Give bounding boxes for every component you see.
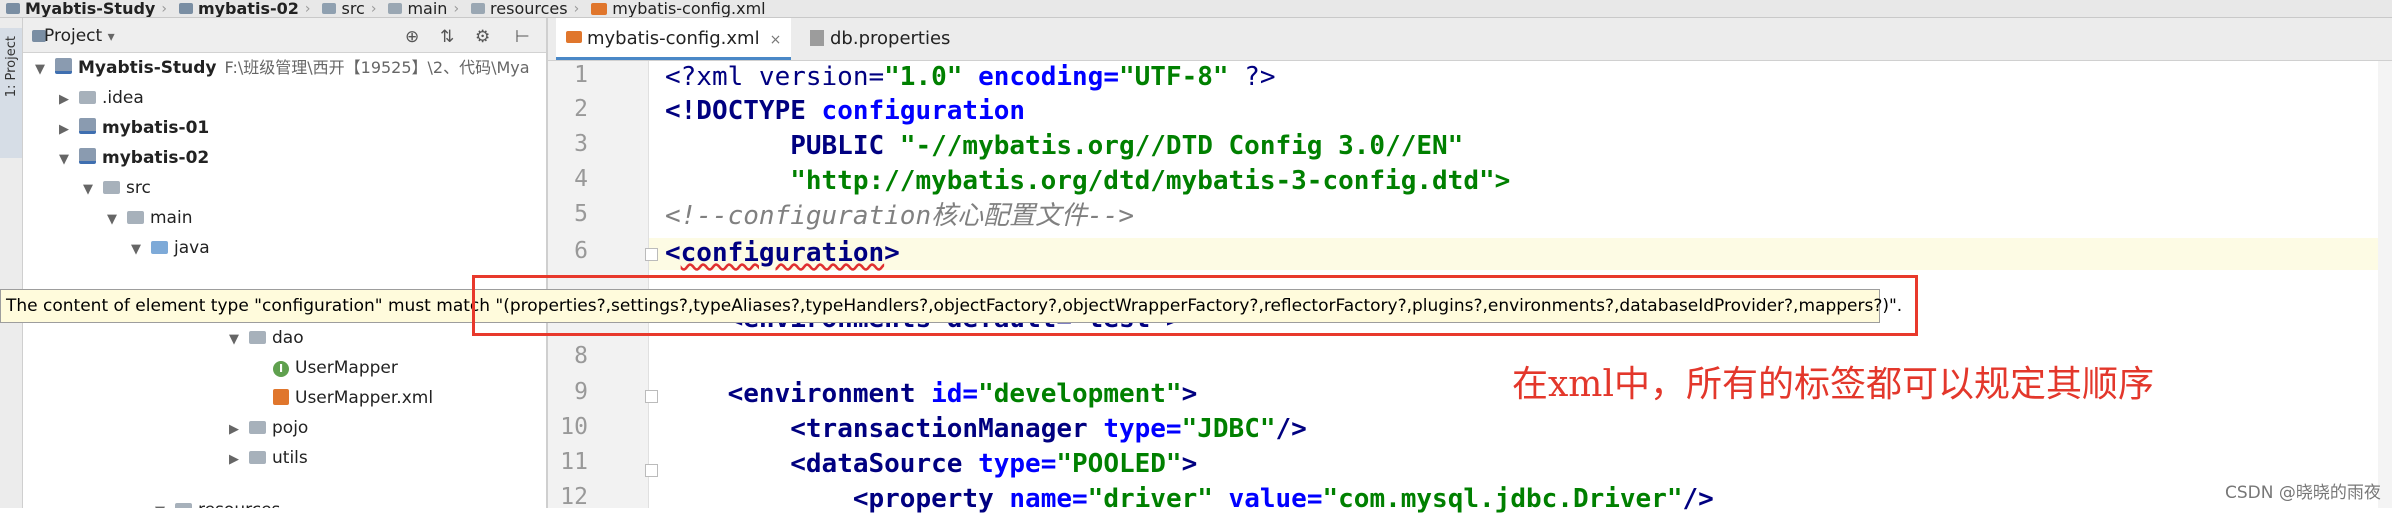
- chevron-right-icon: ›: [573, 0, 580, 17]
- split-icon[interactable]: ⇅: [440, 27, 454, 47]
- line-number: 3: [574, 131, 588, 157]
- code-line-10[interactable]: <transactionManager type="JDBC"/>: [665, 414, 1307, 444]
- tree-item-resources[interactable]: ▼resources: [151, 495, 280, 508]
- tree-item-main[interactable]: ▼ main: [103, 203, 192, 233]
- tree-item-myabtis-study[interactable]: ▼ Myabtis-Study F:\班级管理\西开【19525】\2、代码\Mya: [31, 53, 530, 83]
- highlight-box: [472, 275, 1918, 336]
- tree-item-mybatis-01[interactable]: ▶ mybatis-01: [55, 113, 209, 143]
- tree-item-idea[interactable]: ▶ .idea: [55, 83, 144, 113]
- chevron-right-icon: ›: [304, 0, 311, 17]
- line-number: 10: [560, 414, 588, 440]
- tab-db-properties[interactable]: db.properties: [800, 18, 960, 60]
- chevron-right-icon[interactable]: ▶: [225, 415, 243, 445]
- module-icon: [79, 148, 96, 164]
- breadcrumb-item-main[interactable]: main ›: [388, 0, 465, 17]
- line-number: 1: [574, 62, 588, 88]
- tree-item-usermapper-xml[interactable]: UserMapper.xml: [273, 383, 433, 413]
- breadcrumb-item-src[interactable]: src ›: [322, 0, 382, 17]
- tree-item-src[interactable]: ▼ src: [79, 173, 151, 203]
- code-line-3[interactable]: PUBLIC "-//mybatis.org//DTD Config 3.0//…: [665, 131, 1463, 161]
- breadcrumb-item-file[interactable]: mybatis-config.xml: [591, 0, 766, 17]
- line-number: 11: [560, 449, 588, 475]
- chevron-down-icon[interactable]: ▼: [31, 55, 49, 85]
- chevron-down-icon[interactable]: ▼: [151, 497, 169, 508]
- properties-file-icon: [810, 30, 824, 46]
- chevron-down-icon[interactable]: ▼: [103, 205, 121, 235]
- line-number: 6: [574, 238, 588, 264]
- close-icon[interactable]: ×: [770, 32, 782, 48]
- tree-item-usermapper[interactable]: I UserMapper: [273, 353, 398, 383]
- breadcrumb: Myabtis-Study › mybatis-02 › src › main › re…: [0, 0, 2392, 18]
- chevron-right-icon: ›: [453, 0, 460, 17]
- code-line-12[interactable]: <property name="driver" value="com.mysql…: [665, 484, 1714, 514]
- chevron-down-icon[interactable]: ▼: [79, 175, 97, 205]
- package-icon: [249, 451, 266, 464]
- xml-file-icon: [591, 2, 608, 15]
- source-folder-icon: [151, 241, 168, 254]
- chevron-right-icon[interactable]: ▶: [55, 85, 73, 115]
- module-icon: [79, 118, 96, 134]
- folder-icon: [471, 3, 486, 14]
- tree-item-dao[interactable]: ▼ dao: [225, 323, 304, 353]
- folder-icon: [178, 3, 193, 14]
- code-line-1[interactable]: <?xml version="1.0" encoding="UTF-8" ?>: [665, 62, 1276, 92]
- line-number: 2: [574, 96, 588, 122]
- line-number: 9: [574, 379, 588, 405]
- folder-icon: [103, 181, 120, 194]
- xml-file-icon: [273, 389, 289, 405]
- line-number: 8: [574, 343, 588, 369]
- breadcrumb-item-project[interactable]: Myabtis-Study ›: [6, 0, 173, 17]
- interface-icon: I: [273, 361, 289, 377]
- folder-icon: [322, 3, 337, 14]
- code-line-2[interactable]: <!DOCTYPE configuration: [665, 96, 1025, 126]
- chevron-right-icon[interactable]: ▶: [225, 445, 243, 475]
- tree-item-utils[interactable]: ▶ utils: [225, 443, 308, 473]
- chevron-down-icon[interactable]: ▼: [55, 145, 73, 175]
- chevron-down-icon[interactable]: ▼: [127, 235, 145, 265]
- line-number: 12: [560, 484, 588, 510]
- fold-marker[interactable]: [645, 464, 658, 477]
- code-line-6[interactable]: <configuration>: [665, 238, 900, 268]
- current-line-highlight: [649, 238, 2392, 270]
- chevron-right-icon: ›: [161, 0, 167, 17]
- editor-scrollbar[interactable]: [2378, 61, 2392, 508]
- xml-file-icon: [566, 31, 582, 43]
- line-number: 5: [574, 201, 588, 227]
- hide-icon[interactable]: ⊢: [515, 27, 530, 47]
- fold-marker[interactable]: [645, 248, 658, 261]
- watermark: CSDN @晓晓的雨夜: [2225, 483, 2381, 503]
- project-tree: ▼ Myabtis-Study F:\班级管理\西开【19525】\2、代码\Mya…: [23, 53, 546, 508]
- breadcrumb-item-resources[interactable]: resources ›: [471, 0, 585, 17]
- tree-item-pojo[interactable]: ▶ pojo: [225, 413, 308, 443]
- package-icon: [249, 331, 266, 344]
- tree-item-mybatis-02[interactable]: ▼ mybatis-02: [55, 143, 209, 173]
- folder-icon: [6, 3, 20, 14]
- folder-icon: [79, 91, 96, 104]
- annotation-text: 在xml中，所有的标签都可以规定其顺序: [1512, 364, 2154, 405]
- project-tool-tab[interactable]: 1: Project: [0, 28, 22, 158]
- tab-mybatis-config-xml[interactable]: mybatis-config.xml ×: [556, 18, 792, 60]
- fold-marker[interactable]: [645, 390, 658, 403]
- project-view-selector[interactable]: Project ▾: [44, 26, 115, 46]
- package-icon: [249, 421, 266, 434]
- module-icon: [55, 58, 72, 74]
- folder-icon: [388, 3, 403, 14]
- breadcrumb-item-module[interactable]: mybatis-02 ›: [178, 0, 317, 17]
- resources-folder-icon: [175, 503, 192, 508]
- chevron-right-icon: ›: [370, 0, 377, 17]
- code-line-5[interactable]: <!--configuration核心配置文件-->: [665, 201, 1134, 231]
- globe-icon[interactable]: ⊕: [405, 27, 419, 47]
- code-line-4[interactable]: "http://mybatis.org/dtd/mybatis-3-config…: [665, 166, 1510, 196]
- code-line-11[interactable]: <dataSource type="POOLED">: [665, 449, 1197, 479]
- code-line-9[interactable]: <environment id="development">: [665, 379, 1198, 409]
- gear-icon[interactable]: ⚙: [475, 27, 490, 47]
- chevron-right-icon[interactable]: ▶: [55, 115, 73, 145]
- tree-item-java[interactable]: ▼ java: [127, 233, 210, 263]
- folder-icon: [127, 211, 144, 224]
- line-number: 4: [574, 166, 588, 192]
- chevron-down-icon[interactable]: ▼: [225, 325, 243, 355]
